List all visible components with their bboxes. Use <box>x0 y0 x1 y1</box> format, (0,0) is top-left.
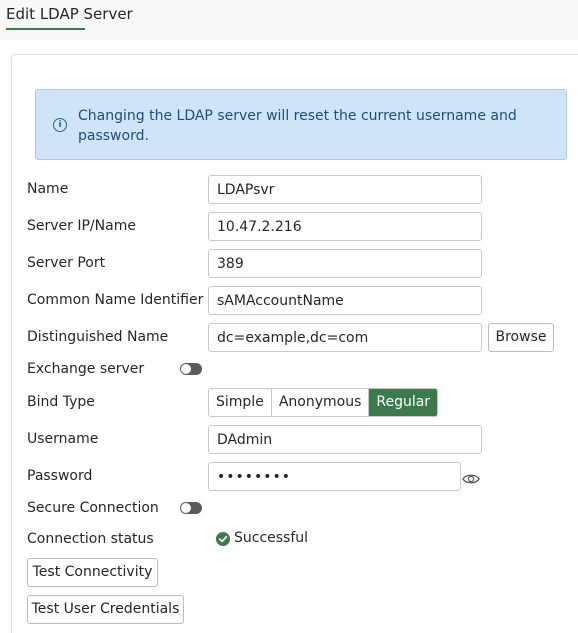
toggle-knob <box>181 503 191 513</box>
cn-identifier-input[interactable] <box>208 286 482 315</box>
bind-type-simple[interactable]: Simple <box>209 389 272 416</box>
eye-icon[interactable] <box>462 471 480 487</box>
bind-type-selector: Simple Anonymous Regular <box>208 388 439 417</box>
secure-connection-toggle[interactable] <box>180 502 202 514</box>
connection-status-value: Successful <box>234 530 309 546</box>
server-port-label: Server Port <box>27 255 106 271</box>
bind-type-regular[interactable]: Regular <box>369 389 438 416</box>
toggle-knob <box>181 364 191 374</box>
username-input[interactable] <box>208 425 482 454</box>
bind-type-label: Bind Type <box>27 394 95 410</box>
distinguished-name-label: Distinguished Name <box>27 329 169 345</box>
secure-connection-label: Secure Connection <box>27 500 159 516</box>
test-connectivity-button[interactable]: Test Connectivity <box>27 558 158 587</box>
server-port-input[interactable] <box>208 249 482 278</box>
info-icon: i <box>53 118 67 132</box>
exchange-server-label: Exchange server <box>27 361 145 377</box>
info-alert: i Changing the LDAP server will reset th… <box>35 89 567 160</box>
info-message: Changing the LDAP server will reset the … <box>78 108 517 144</box>
title-underline <box>6 28 85 30</box>
test-user-credentials-button[interactable]: Test User Credentials <box>27 595 184 624</box>
exchange-server-toggle[interactable] <box>180 363 202 375</box>
browse-button[interactable]: Browse <box>488 323 554 352</box>
name-label: Name <box>27 181 69 197</box>
bind-type-anonymous[interactable]: Anonymous <box>271 389 370 416</box>
password-label: Password <box>27 468 93 484</box>
connection-status-label: Connection status <box>27 531 154 547</box>
password-input[interactable] <box>208 462 461 491</box>
name-input[interactable] <box>208 175 482 204</box>
check-circle-icon <box>216 532 230 546</box>
distinguished-name-input[interactable] <box>208 323 482 352</box>
username-label: Username <box>27 431 99 447</box>
server-ip-label: Server IP/Name <box>27 218 136 234</box>
cn-identifier-label: Common Name Identifier <box>27 292 204 308</box>
server-ip-input[interactable] <box>208 212 482 241</box>
page-title: Edit LDAP Server <box>6 5 133 23</box>
